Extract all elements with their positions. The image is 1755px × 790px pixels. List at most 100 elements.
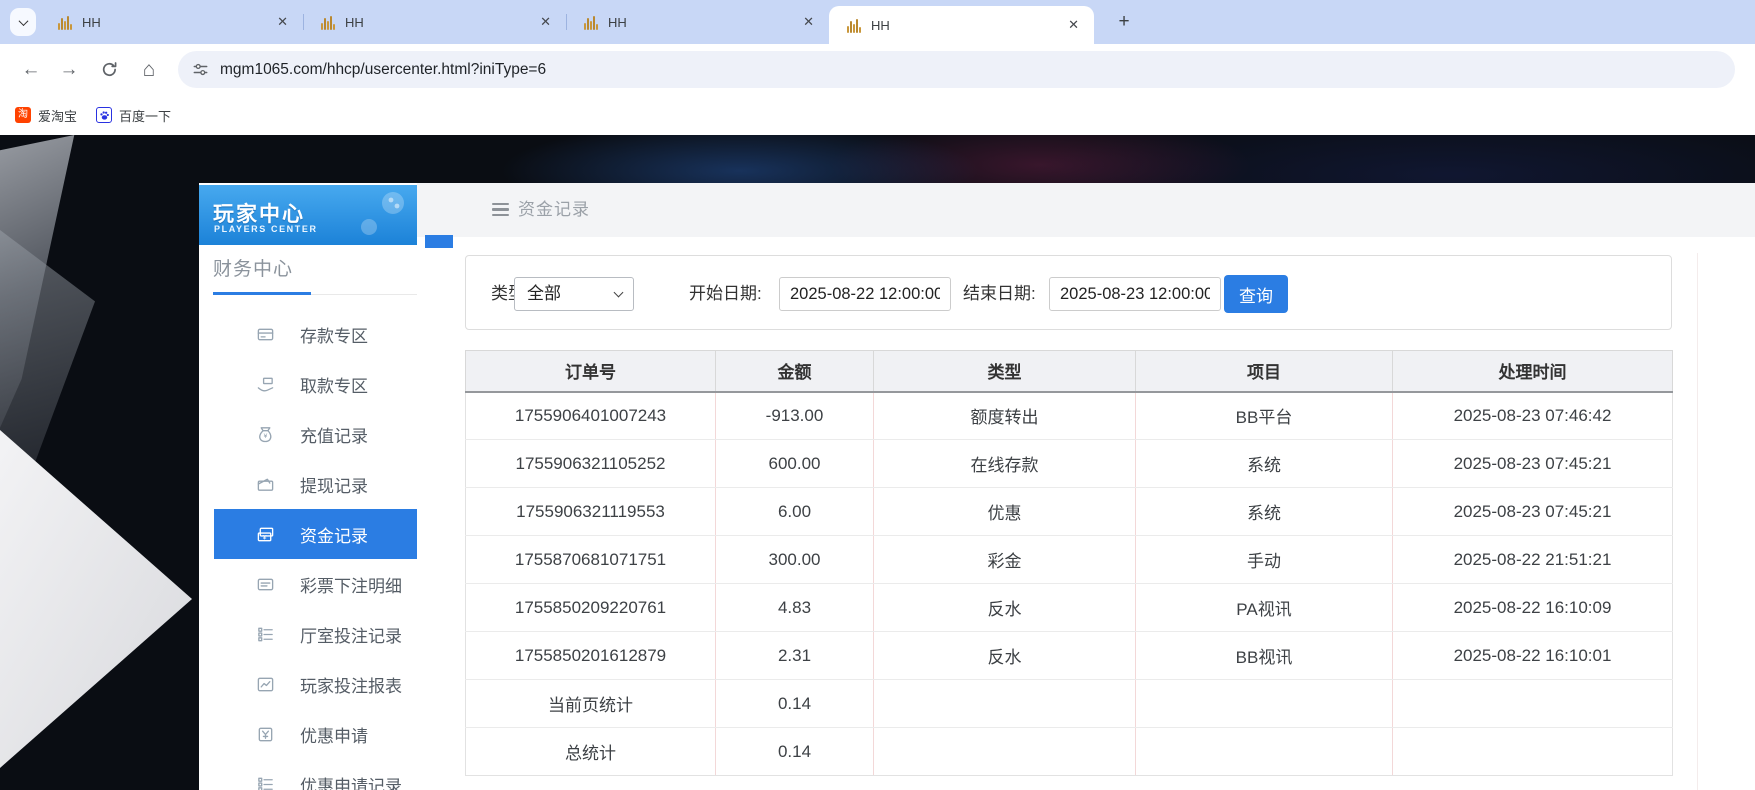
browser-tab[interactable]: HH✕ [40,0,303,44]
sidebar-item-玩家投注报表[interactable]: 玩家投注报表 [199,659,417,709]
table-cell: -913.00 [716,392,874,440]
column-header: 金额 [716,351,874,392]
table-row: 17558502092207614.83反水PA视讯2025-08-22 16:… [466,584,1673,632]
sidebar-item-label: 充值记录 [300,422,368,447]
funds-record-table: 订单号金额类型项目处理时间 1755906401007243-913.00额度转… [465,350,1673,776]
table-cell: 0.14 [716,728,874,776]
promo-record-icon [256,775,275,790]
table-cell: 1755906321105252 [466,440,716,488]
sidebar-menu: 存款专区取款专区 ¥ 充值记录提现记录¥资金记录› 彩票下注明细厅室投注记录玩家投注报… [199,309,417,790]
table-cell: 1755870681071751 [466,536,716,584]
sidebar-item-优惠申请[interactable]: 优惠申请 [199,709,417,759]
sidebar-item-label: 彩票下注明细 [300,572,402,597]
sidebar-item-label: 存款专区 [300,322,368,347]
reload-button[interactable] [96,44,122,95]
gamepad-icon [355,189,411,241]
column-header: 项目 [1136,351,1393,392]
svg-text:¥: ¥ [264,433,268,440]
sidebar-item-取款专区[interactable]: 取款专区 [199,359,417,409]
withdraw-hand-icon [256,375,275,394]
close-tab-icon[interactable]: ✕ [1068,17,1079,33]
address-bar[interactable]: mgm1065.com/hhcp/usercenter.html?iniType… [178,51,1735,88]
start-date-input[interactable] [779,277,951,311]
hall-bet-record-icon [256,625,275,644]
close-tab-icon[interactable]: ✕ [277,14,288,30]
sidebar-item-资金记录[interactable]: ¥资金记录› [214,509,417,559]
end-date-label: 结束日期: [963,277,1036,311]
sidebar-item-厅室投注记录[interactable]: 厅室投注记录 [199,609,417,659]
column-header: 处理时间 [1393,351,1673,392]
sidebar-item-存款专区[interactable]: 存款专区 [199,309,417,359]
tab-title: HH [82,15,277,30]
table-cell: 2.31 [716,632,874,680]
waveform-favicon-icon [584,15,598,30]
table-cell: 2025-08-23 07:45:21 [1393,488,1673,536]
taobao-icon: 淘 [15,107,31,123]
bookmark-taobao[interactable]: 淘 爱淘宝 [15,95,77,135]
sidebar-section-title: 财务中心 [213,254,293,281]
tab-search-chevron-button[interactable] [10,8,36,36]
table-cell: 0.14 [716,680,874,728]
waveform-favicon-icon [847,18,861,33]
home-button[interactable]: ⌂ [136,44,162,95]
blue-accent-mark [425,235,453,248]
table-cell: 2025-08-22 16:10:01 [1393,632,1673,680]
table-cell: 600.00 [716,440,874,488]
deposit-card-icon [256,325,275,344]
svg-text:¥: ¥ [263,534,267,541]
table-cell: 彩金 [874,536,1136,584]
content-panel: 玩家中心 PLAYERS CENTER 财务中心 存款专区取款专区 ¥ 充值记录提现… [199,183,1755,790]
bookmark-label: 百度一下 [119,106,171,125]
search-button[interactable]: 查询 [1224,275,1288,313]
table-cell: 4.83 [716,584,874,632]
table-cell: 1755850209220761 [466,584,716,632]
sidebar-item-label: 厅室投注记录 [300,622,402,647]
table-cell: 优惠 [874,488,1136,536]
back-button[interactable]: ← [18,44,44,95]
table-cell: 反水 [874,632,1136,680]
table-cell: BB视讯 [1136,632,1393,680]
table-body: 1755906401007243-913.00额度转出BB平台2025-08-2… [466,392,1673,776]
table-row: 1755906401007243-913.00额度转出BB平台2025-08-2… [466,392,1673,440]
table-cell: 系统 [1136,488,1393,536]
table-cell: 6.00 [716,488,874,536]
bookmark-baidu[interactable]: 百度一下 [96,95,171,135]
tab-strip: HH✕HH✕HH✕HH✕ + [0,0,1755,44]
forward-button[interactable]: → [56,44,82,95]
table-cell [874,680,1136,728]
table-cell: PA视讯 [1136,584,1393,632]
summary-row: 当前页统计0.14 [466,680,1673,728]
new-tab-button[interactable]: + [1112,10,1136,34]
browser-window: HH✕HH✕HH✕HH✕ + ← → ⌂ mgm1065.com/hhcp/us… [0,0,1755,790]
table-cell: 2025-08-23 07:45:21 [1393,440,1673,488]
chevron-down-icon [18,16,28,26]
sidebar-item-优惠申请记录[interactable]: 优惠申请记录 [199,759,417,790]
column-header: 订单号 [466,351,716,392]
tab-title: HH [608,15,803,30]
browser-tab[interactable]: HH✕ [829,6,1094,44]
sidebar-item-彩票下注明细[interactable]: 彩票下注明细 [199,559,417,609]
type-select-value: 全部 [527,284,561,303]
table-row: 17558502016128792.31反水BB视讯2025-08-22 16:… [466,632,1673,680]
browser-tab[interactable]: HH✕ [303,0,566,44]
table-row: 1755870681071751300.00彩金手动2025-08-22 21:… [466,536,1673,584]
table-cell: 当前页统计 [466,680,716,728]
end-date-input[interactable] [1049,277,1221,311]
browser-tab[interactable]: HH✕ [566,0,829,44]
type-select[interactable]: 全部 [514,277,634,311]
table-cell: 1755850201612879 [466,632,716,680]
sidebar-item-充值记录[interactable]: ¥ 充值记录 [199,409,417,459]
players-center-banner: 玩家中心 PLAYERS CENTER [199,185,417,245]
funds-record-icon: ¥ [256,525,275,544]
hamburger-menu-icon[interactable] [492,203,509,219]
site-settings-tune-icon[interactable] [191,60,210,79]
bookmarks-bar: 淘 爱淘宝 百度一下 [0,95,1755,135]
close-tab-icon[interactable]: ✕ [803,14,814,30]
player-report-icon [256,675,275,694]
background-triangle [0,423,192,775]
tab-title: HH [345,15,540,30]
close-tab-icon[interactable]: ✕ [540,14,551,30]
tab-strip-tabs: HH✕HH✕HH✕HH✕ [40,0,1094,44]
url-text[interactable]: mgm1065.com/hhcp/usercenter.html?iniType… [220,51,546,88]
sidebar-item-提现记录[interactable]: 提现记录 [199,459,417,509]
